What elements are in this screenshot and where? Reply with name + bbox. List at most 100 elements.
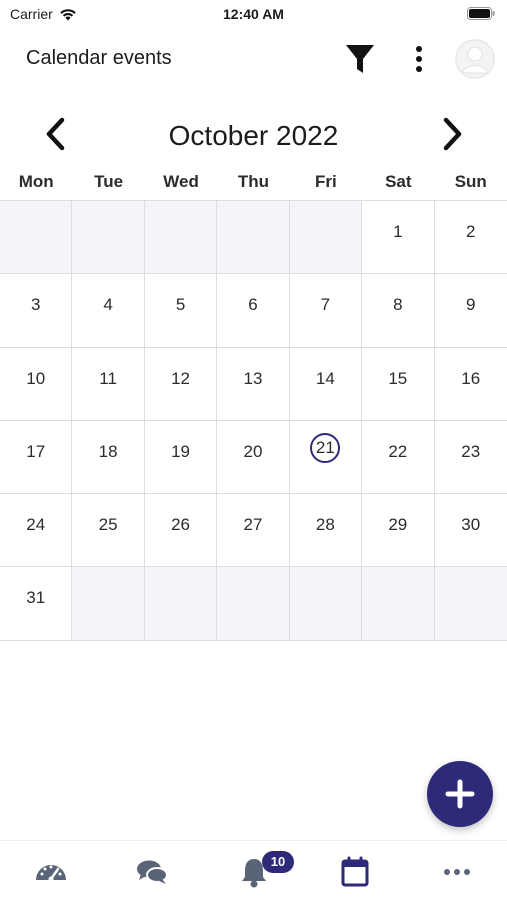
calendar-day[interactable]: 6: [217, 274, 290, 347]
day-number: 14: [315, 368, 335, 388]
calendar-day[interactable]: 1: [362, 201, 435, 274]
month-header: October 2022: [0, 110, 507, 162]
calendar-week-row: 24 25 26 27 28 29 30: [0, 494, 507, 568]
calendar-day[interactable]: 7: [290, 274, 363, 347]
day-number: 5: [175, 295, 186, 315]
weekday-label: Mon: [18, 172, 54, 191]
calendar-empty-cell: [0, 201, 73, 274]
day-number: 25: [98, 515, 118, 535]
calendar-day[interactable]: 19: [145, 420, 218, 494]
page-title: Calendar events: [26, 47, 172, 69]
day-number: 30: [461, 515, 481, 535]
calendar-day[interactable]: 27: [217, 494, 290, 567]
calendar-day[interactable]: 9: [435, 274, 507, 346]
day-number: 29: [388, 515, 408, 535]
weekday-label: Wed: [163, 172, 199, 191]
calendar-day[interactable]: 26: [145, 494, 218, 567]
calendar-day[interactable]: 20: [217, 420, 290, 494]
calendar-day[interactable]: 10: [0, 347, 73, 420]
calendar-day-today[interactable]: 21: [290, 420, 363, 494]
calendar-day[interactable]: 8: [362, 274, 435, 347]
calendar-empty-cell: [144, 567, 218, 640]
day-number: 21: [310, 432, 341, 463]
avatar[interactable]: [455, 39, 495, 79]
calendar-week-row: 31: [0, 567, 507, 641]
chevron-right-icon[interactable]: [434, 114, 470, 154]
calendar-day[interactable]: 11: [72, 347, 145, 420]
calendar-empty-cell: [289, 567, 363, 640]
day-number: 26: [171, 515, 190, 535]
calendar-day[interactable]: 31: [0, 567, 73, 640]
calendar-day[interactable]: 30: [435, 494, 507, 566]
weekday-label: Sun: [454, 172, 487, 191]
calendar-day[interactable]: 4: [72, 274, 145, 347]
calendar-day[interactable]: 13: [217, 347, 290, 420]
day-number: 19: [171, 441, 190, 461]
calendar-empty-cell: [217, 201, 290, 274]
day-number: 24: [26, 515, 46, 535]
calendar-empty-cell: [434, 567, 507, 640]
chat-bubbles-icon[interactable]: [135, 855, 169, 889]
calendar-icon[interactable]: [338, 855, 372, 889]
day-number: 10: [26, 368, 46, 388]
day-number: 15: [388, 368, 408, 388]
app-bar: Calendar events: [0, 30, 507, 88]
calendar-day[interactable]: 2: [435, 201, 507, 273]
day-number: 9: [466, 295, 476, 315]
calendar-day[interactable]: 23: [435, 421, 507, 493]
day-number: 1: [393, 222, 403, 241]
calendar-day[interactable]: 14: [290, 347, 363, 420]
calendar-day[interactable]: 16: [435, 348, 507, 420]
filter-icon[interactable]: [344, 42, 376, 76]
more-vert-icon[interactable]: [406, 44, 432, 74]
weekday-label: Tue: [94, 172, 124, 191]
day-number: 7: [320, 295, 331, 315]
calendar-week-row: 17 18 19 20 21 22 23: [0, 420, 507, 495]
battery-icon: [467, 7, 495, 20]
calendar-week-row: 3 4 5 6 7 8 9: [0, 274, 507, 348]
weekday-label: Thu: [237, 172, 270, 191]
day-number: 4: [103, 295, 113, 315]
weekday-label: Sat: [385, 172, 412, 191]
day-number: 16: [461, 368, 481, 388]
weekday-header: Mon Tue Wed Thu Fri Sat Sun: [0, 172, 507, 196]
calendar-day[interactable]: 5: [145, 274, 218, 347]
calendar-day[interactable]: 28: [290, 494, 363, 567]
status-time: 12:40 AM: [223, 6, 284, 22]
day-number: 23: [461, 441, 481, 461]
calendar-day[interactable]: 18: [72, 420, 145, 494]
calendar-day[interactable]: 3: [0, 274, 73, 347]
day-number: 13: [243, 368, 263, 388]
day-number: 3: [30, 295, 41, 315]
calendar-week-row: 10 11 12 13 14 15 16: [0, 347, 507, 421]
calendar-day[interactable]: 15: [362, 347, 435, 420]
more-horiz-icon[interactable]: [440, 855, 474, 889]
calendar-empty-cell: [144, 201, 218, 274]
calendar-day[interactable]: 29: [362, 494, 435, 567]
calendar-grid: 1 2 3 4 5 6 7 8 9 10 11 12 13 14 15 16 17 18 19 20 21 22 23 24 2…: [0, 200, 507, 641]
calendar-day[interactable]: 25: [72, 494, 145, 567]
status-bar: Carrier 12:40 AM: [0, 0, 507, 28]
calendar-day[interactable]: 17: [0, 420, 73, 494]
calendar-week-row: 12: [0, 201, 507, 275]
weekday-label: Fri: [315, 172, 337, 191]
calendar-empty-cell: [72, 201, 145, 274]
calendar-day[interactable]: 12: [145, 347, 218, 420]
day-number: 8: [393, 295, 403, 315]
notification-badge: 10: [262, 851, 294, 873]
calendar-empty-cell: [72, 567, 145, 640]
month-title: October 2022: [168, 120, 339, 151]
day-number: 17: [26, 441, 46, 461]
calendar-empty-cell: [217, 567, 290, 640]
day-number: 31: [26, 588, 46, 608]
day-number: 2: [466, 222, 476, 241]
calendar-day[interactable]: 22: [362, 420, 435, 494]
day-number: 6: [248, 295, 258, 315]
calendar-empty-cell: [289, 201, 363, 274]
day-number: 28: [315, 515, 335, 535]
calendar-day[interactable]: 24: [0, 494, 73, 567]
day-number: 11: [99, 368, 117, 388]
day-number: 22: [388, 441, 408, 461]
speedometer-icon[interactable]: [34, 855, 68, 889]
add-event-button[interactable]: [427, 761, 493, 827]
